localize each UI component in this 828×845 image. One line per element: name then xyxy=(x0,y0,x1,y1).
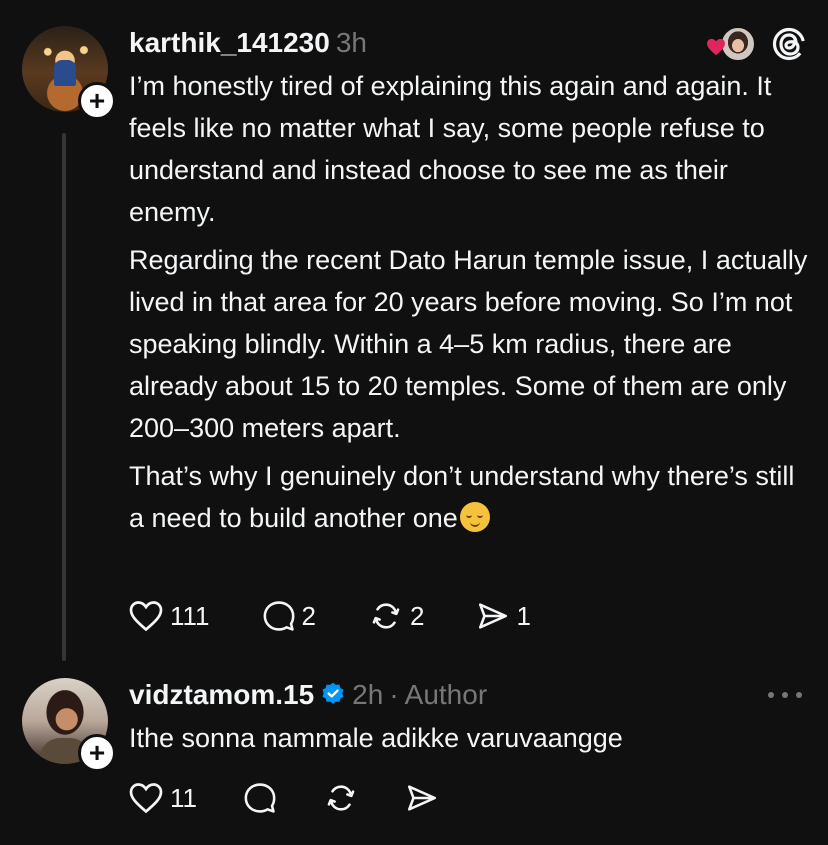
reply-header: vidztamom.15 2h · Author xyxy=(129,675,487,715)
like-count: 11 xyxy=(170,782,197,813)
reply-count: 2 xyxy=(301,600,316,631)
like-count: 111 xyxy=(170,600,210,631)
post-actions: 111 2 2 1 xyxy=(128,596,583,636)
reply-body: Ithe sonna nammale adikke varuvaangge xyxy=(129,717,809,765)
post-paragraph: I’m honestly tired of explaining this ag… xyxy=(129,71,772,227)
verified-badge-icon xyxy=(322,682,344,704)
follow-plus-icon[interactable]: + xyxy=(78,82,116,120)
post-paragraph: Regarding the recent Dato Harun temple i… xyxy=(129,245,808,443)
share-button[interactable] xyxy=(405,781,439,815)
username[interactable]: vidztamom.15 xyxy=(129,679,314,710)
heart-filled-icon xyxy=(707,38,725,56)
follow-plus-icon[interactable]: + xyxy=(78,734,116,772)
dot xyxy=(782,692,788,698)
dot xyxy=(796,692,802,698)
repost-button[interactable]: 2 xyxy=(368,599,424,633)
liked-by-avatar[interactable] xyxy=(706,26,756,62)
timestamp: 2h xyxy=(352,679,384,710)
post-body: I’m honestly tired of explaining this ag… xyxy=(129,65,809,545)
share-button[interactable]: 1 xyxy=(476,599,531,633)
post-paragraph: That’s why I genuinely don’t understand … xyxy=(129,455,809,539)
repost-icon xyxy=(327,785,355,811)
top-right-actions xyxy=(706,24,806,64)
threads-logo-icon[interactable] xyxy=(772,26,806,62)
comment-icon xyxy=(263,601,294,631)
thread-line xyxy=(62,133,66,661)
like-button[interactable]: 111 xyxy=(128,599,210,633)
avatar-figure xyxy=(54,60,76,86)
author-label: Author xyxy=(404,679,488,710)
reply-button[interactable]: 2 xyxy=(262,599,316,633)
reply-text: Ithe sonna nammale adikke varuvaangge xyxy=(129,723,623,753)
heart-icon xyxy=(129,783,163,814)
repost-count: 2 xyxy=(410,600,425,631)
post-header: karthik_141230 3h xyxy=(129,23,367,63)
like-button[interactable]: 11 xyxy=(128,781,197,815)
more-options-button[interactable] xyxy=(768,685,802,705)
reply-actions: 11 xyxy=(128,778,491,818)
post-avatar-wrapper: + xyxy=(22,26,116,120)
timestamp: 3h xyxy=(335,27,367,58)
repost-icon xyxy=(372,603,400,629)
relieved-face-emoji xyxy=(459,502,490,532)
username[interactable]: karthik_141230 xyxy=(129,27,330,58)
share-count: 1 xyxy=(516,600,531,631)
reply-button[interactable] xyxy=(243,781,277,815)
send-icon xyxy=(407,785,437,811)
separator: · xyxy=(389,679,399,710)
repost-button[interactable] xyxy=(323,781,359,815)
send-icon xyxy=(479,603,508,629)
comment-icon xyxy=(244,783,276,813)
reply-avatar-wrapper: + xyxy=(22,678,116,772)
dot xyxy=(768,692,774,698)
heart-icon xyxy=(129,601,163,632)
